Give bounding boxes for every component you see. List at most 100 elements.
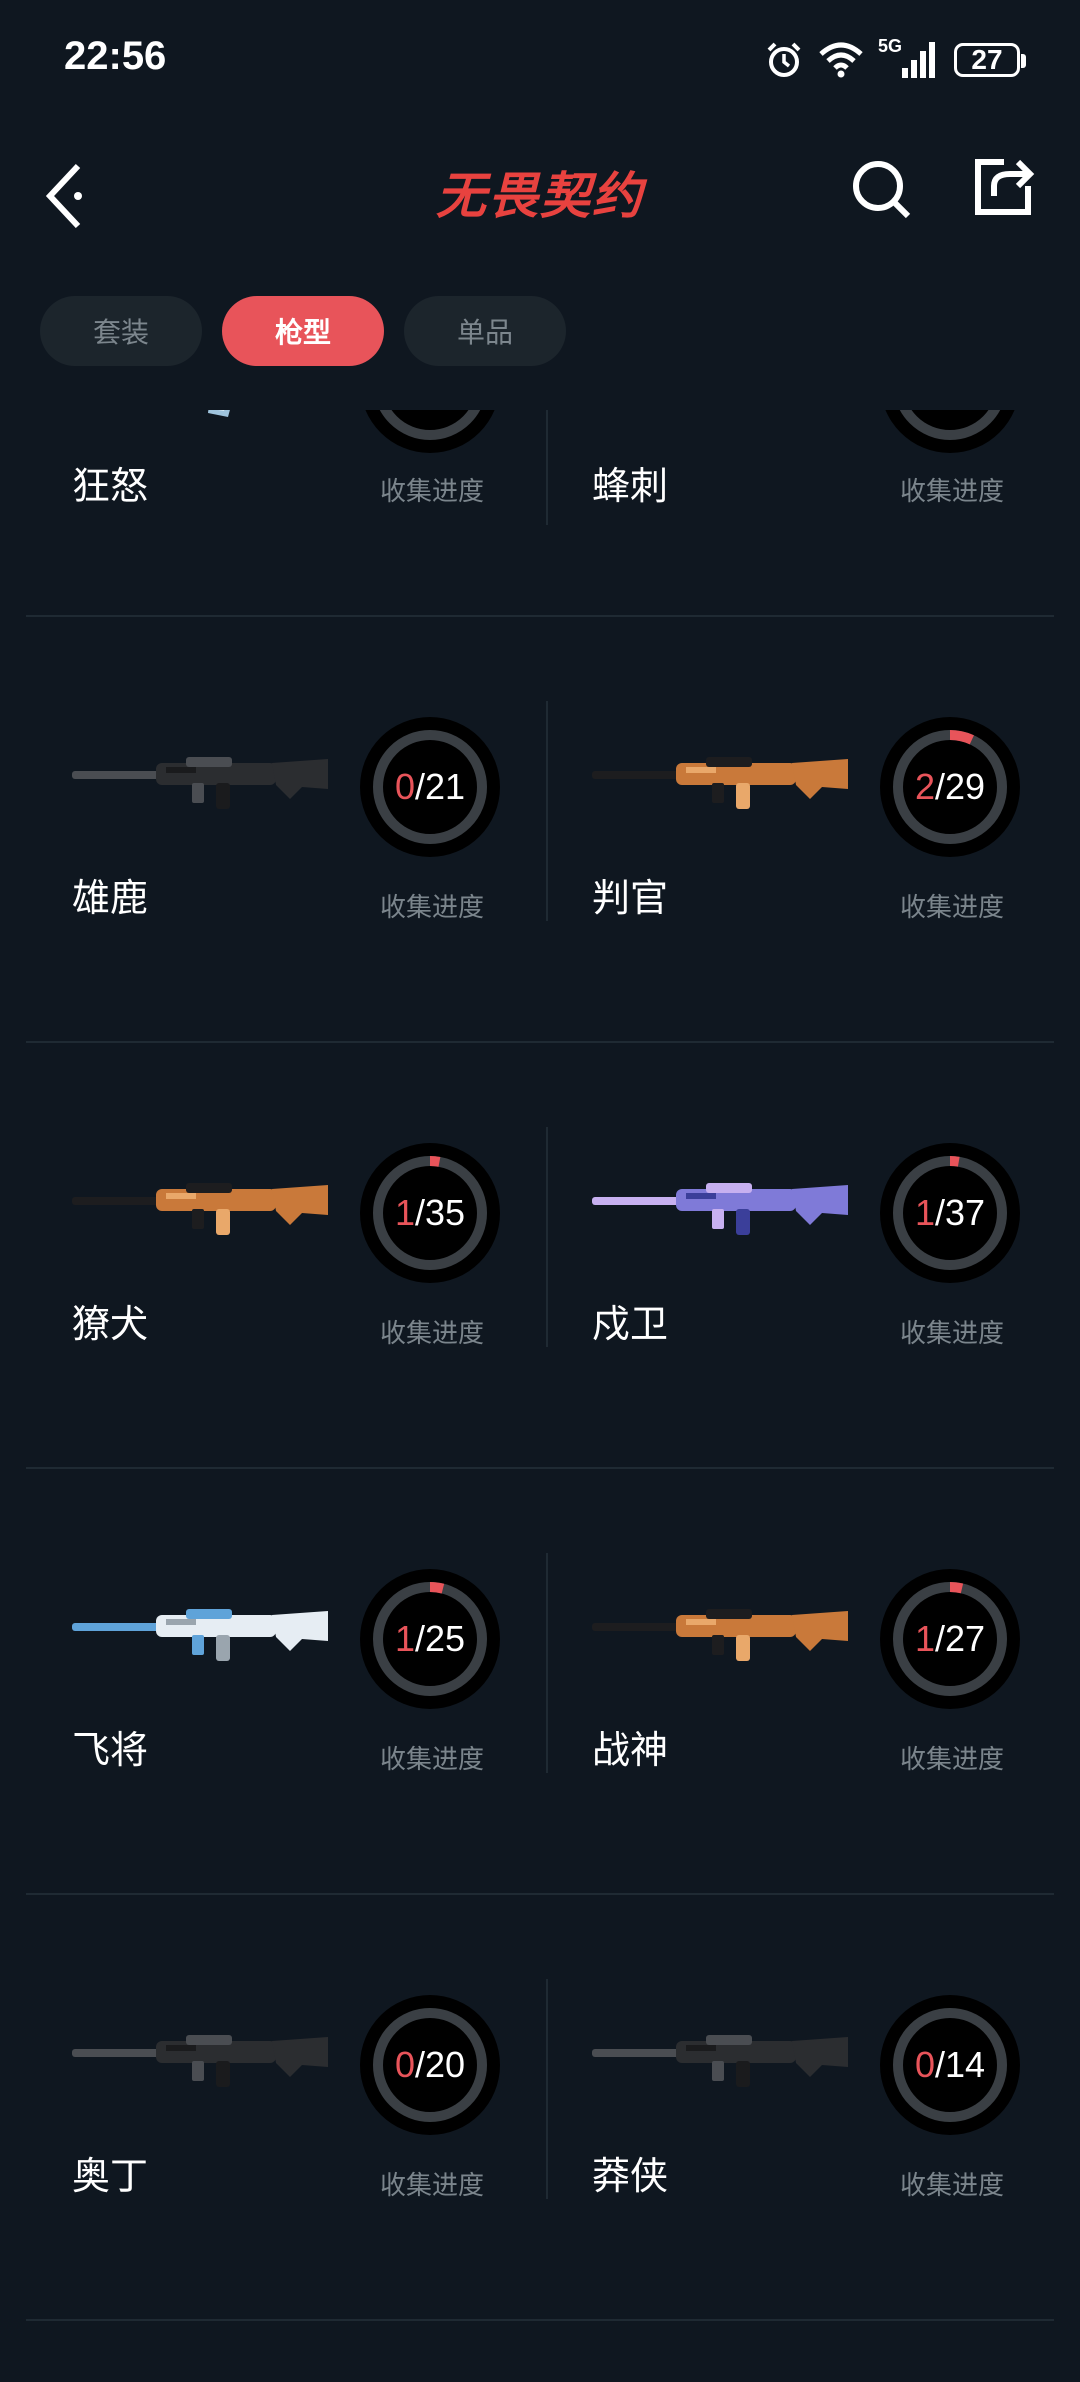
weapon-image — [586, 1589, 856, 1669]
progress-ring: 0/21 — [360, 717, 500, 857]
status-time: 22:56 — [64, 34, 167, 78]
status-bar: 22:56 5G 27 — [0, 0, 1080, 120]
progress-label: 收集进度 — [900, 2171, 1005, 2201]
weapon-card[interactable]: 0/20 奥丁 收集进度 — [26, 1895, 540, 2319]
weapon-image — [586, 737, 856, 817]
progress-label: 收集进度 — [380, 2171, 485, 2201]
progress-ring: 0/14 — [880, 1995, 1020, 2135]
owned-count: 1 — [914, 1618, 935, 1659]
count-separator: / — [414, 1192, 425, 1233]
progress-count: 1/27 — [880, 1569, 1020, 1709]
weapon-row: 狂怒 收集进度 蜂刺 收集进度 — [26, 410, 1054, 617]
search-icon — [853, 161, 911, 219]
weapon-card[interactable]: 蜂刺 收集进度 — [546, 410, 1054, 615]
tab-single-items[interactable]: 单品 — [404, 296, 566, 366]
status-icons: 5G 27 — [764, 36, 1026, 84]
progress-count: 0/21 — [360, 717, 500, 857]
owned-count: 0 — [394, 2044, 415, 2085]
tab-sets[interactable]: 套装 — [40, 296, 202, 366]
count-separator: / — [414, 766, 425, 807]
weapon-image-fragment — [208, 410, 230, 417]
progress-ring: 1/37 — [880, 1143, 1020, 1283]
weapon-name: 战神 — [592, 1728, 669, 1772]
cellular-signal: 5G — [878, 36, 940, 82]
signal-icon — [902, 42, 935, 78]
weapon-grid[interactable]: 狂怒 收集进度 蜂刺 收集进度 0/21 雄鹿 收集进度 2/29 判官 收集进度 1/35… — [26, 410, 1054, 2382]
wifi-icon — [819, 42, 863, 78]
alarm-icon — [767, 42, 801, 77]
weapon-card[interactable]: 1/37 戍卫 收集进度 — [546, 1043, 1054, 1467]
weapon-card[interactable]: 0/21 雄鹿 收集进度 — [26, 617, 540, 1041]
total-count: 20 — [425, 2044, 466, 2085]
share-button[interactable] — [970, 154, 1036, 220]
tab-weapon-type[interactable]: 枪型 — [222, 296, 384, 366]
weapon-name: 莽侠 — [592, 2154, 669, 2198]
weapon-name: 飞将 — [72, 1728, 149, 1772]
weapon-row: 1/25 飞将 收集进度 1/27 战神 收集进度 — [26, 1469, 1054, 1895]
weapon-card[interactable]: 1/27 战神 收集进度 — [546, 1469, 1054, 1893]
weapon-row: 0/20 奥丁 收集进度 0/14 莽侠 收集进度 — [26, 1895, 1054, 2321]
progress-ring: 1/35 — [360, 1143, 500, 1283]
weapon-name: 戍卫 — [592, 1302, 669, 1346]
weapon-name: 奥丁 — [72, 2154, 149, 2198]
progress-ring: 0/20 — [360, 1995, 500, 2135]
weapon-card[interactable]: 2/29 判官 收集进度 — [546, 617, 1054, 1041]
owned-count: 0 — [394, 766, 415, 807]
progress-ring — [360, 410, 500, 453]
progress-count: 0/20 — [360, 1995, 500, 2135]
weapon-image — [66, 1163, 336, 1243]
total-count: 29 — [945, 766, 986, 807]
app-logo-title: 无畏契约 — [436, 167, 644, 225]
count-separator: / — [934, 1618, 945, 1659]
weapon-name: 判官 — [592, 876, 669, 920]
share-icon — [975, 159, 1035, 215]
header: 无畏契约 — [0, 140, 1080, 240]
progress-ring: 2/29 — [880, 717, 1020, 857]
weapon-card[interactable]: 1/25 飞将 收集进度 — [26, 1469, 540, 1893]
progress-label: 收集进度 — [380, 477, 485, 507]
weapon-name: 雄鹿 — [72, 876, 149, 920]
progress-count: 2/29 — [880, 717, 1020, 857]
owned-count: 2 — [914, 766, 935, 807]
weapon-card[interactable]: 0/14 莽侠 收集进度 — [546, 1895, 1054, 2319]
search-button[interactable] — [848, 156, 914, 222]
progress-count: 1/37 — [880, 1143, 1020, 1283]
weapon-image — [586, 1163, 856, 1243]
total-count: 27 — [945, 1618, 986, 1659]
total-count: 37 — [945, 1192, 986, 1233]
count-separator: / — [934, 2044, 945, 2085]
count-separator: / — [414, 1618, 425, 1659]
owned-count: 1 — [394, 1192, 415, 1233]
weapon-name: 獠犬 — [72, 1302, 149, 1346]
owned-count: 1 — [914, 1192, 935, 1233]
weapon-name: 狂怒 — [72, 464, 149, 508]
progress-ring — [880, 410, 1020, 453]
owned-count: 1 — [394, 1618, 415, 1659]
progress-label: 收集进度 — [380, 1319, 485, 1349]
progress-count: 1/35 — [360, 1143, 500, 1283]
count-separator: / — [934, 766, 945, 807]
count-separator: / — [414, 2044, 425, 2085]
total-count: 35 — [425, 1192, 466, 1233]
progress-count: 1/25 — [360, 1569, 500, 1709]
back-button[interactable] — [40, 152, 100, 229]
weapon-image — [586, 2015, 856, 2095]
progress-ring: 1/27 — [880, 1569, 1020, 1709]
owned-count: 0 — [914, 2044, 935, 2085]
weapon-image — [66, 1589, 336, 1669]
total-count: 21 — [425, 766, 466, 807]
total-count: 14 — [945, 2044, 986, 2085]
progress-label: 收集进度 — [380, 893, 485, 923]
weapon-image — [66, 737, 336, 817]
weapon-card[interactable]: 狂怒 收集进度 — [26, 410, 540, 615]
progress-ring: 1/25 — [360, 1569, 500, 1709]
progress-label: 收集进度 — [900, 1319, 1005, 1349]
progress-label: 收集进度 — [900, 477, 1005, 507]
battery-icon: 27 — [954, 43, 1026, 77]
weapon-card[interactable]: 1/35 獠犬 收集进度 — [26, 1043, 540, 1467]
back-arrow-icon — [45, 163, 82, 229]
progress-label: 收集进度 — [380, 1745, 485, 1775]
category-tabs: 套装 枪型 单品 — [40, 296, 566, 366]
count-separator: / — [934, 1192, 945, 1233]
progress-count: 0/14 — [880, 1995, 1020, 2135]
